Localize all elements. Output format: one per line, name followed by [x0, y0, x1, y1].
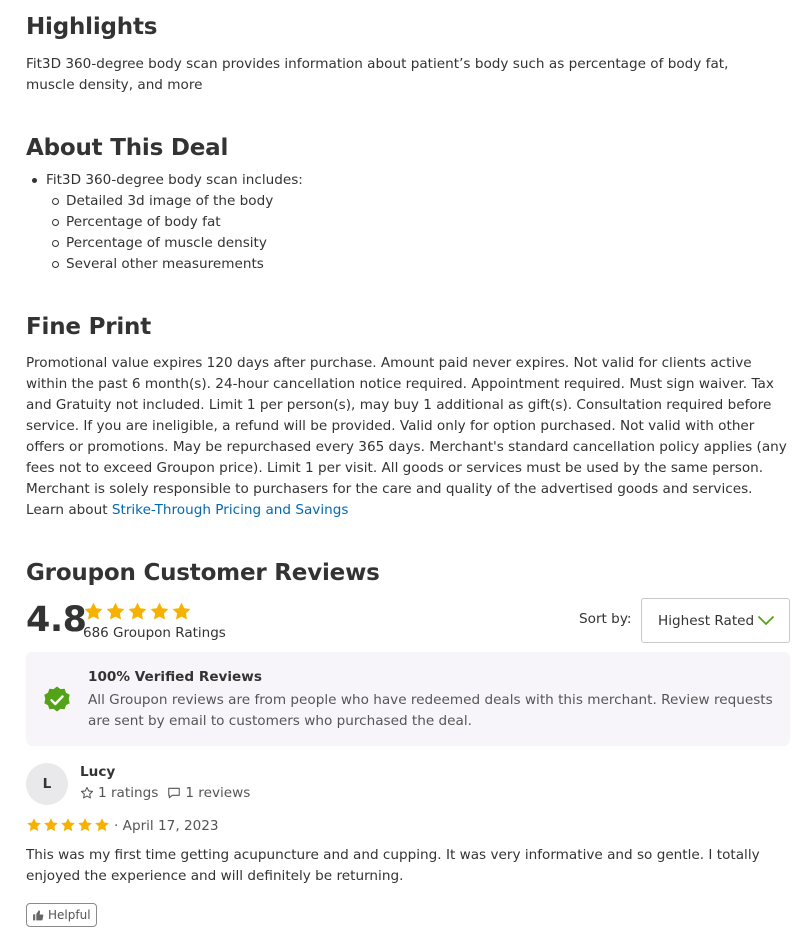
verified-title: 100% Verified Reviews	[88, 669, 262, 685]
reviewer-reviews-count: 1 reviews	[185, 785, 251, 801]
reviewer-reviews: 1 reviews	[167, 785, 250, 801]
list-item: Fit3D 360-degree body scan includes: Det…	[32, 170, 303, 275]
about-deal-list: Fit3D 360-degree body scan includes: Det…	[32, 170, 303, 275]
about-deal-title: About This Deal	[26, 135, 229, 161]
reviewer-meta: 1 ratings 1 reviews	[80, 785, 259, 801]
average-rating: 4.8	[26, 600, 87, 640]
star-icon	[61, 818, 75, 832]
chevron-down-icon	[757, 615, 775, 626]
star-icon	[27, 818, 41, 832]
rating-count: 686 Groupon Ratings	[83, 625, 226, 641]
star-icon	[128, 602, 147, 620]
reviewer-name: Lucy	[80, 764, 116, 780]
review-date: · April 17, 2023	[114, 818, 219, 834]
sort-label: Sort by:	[579, 611, 632, 627]
star-icon	[84, 602, 103, 620]
fine-print-text: Promotional value expires 120 days after…	[26, 353, 790, 521]
review-stars	[26, 817, 110, 833]
about-sublist: Detailed 3d image of the body Percentage…	[46, 191, 303, 275]
star-outline-icon	[80, 786, 94, 799]
helpful-label: Helpful	[48, 908, 91, 922]
list-item: Detailed 3d image of the body	[52, 191, 303, 212]
comment-icon	[168, 787, 181, 799]
review-text: This was my first time getting acupunctu…	[26, 847, 760, 884]
verified-reviews-banner: 100% Verified Reviews All Groupon review…	[26, 652, 790, 746]
list-item: Several other measurements	[52, 254, 303, 275]
reviews-title: Groupon Customer Reviews	[26, 560, 380, 586]
sort-value: Highest Rated	[658, 612, 755, 629]
highlights-text: Fit3D 360-degree body scan provides info…	[26, 56, 729, 93]
rating-stars	[83, 601, 192, 622]
strike-through-pricing-link[interactable]: Strike-Through Pricing and Savings	[112, 502, 349, 518]
star-icon	[150, 602, 169, 620]
star-icon	[95, 818, 109, 832]
reviewer-ratings-count: 1 ratings	[98, 785, 159, 801]
star-icon	[106, 602, 125, 620]
list-item: Percentage of muscle density	[52, 233, 303, 254]
star-icon	[78, 818, 92, 832]
reviewer-ratings: 1 ratings	[80, 785, 158, 801]
sort-dropdown[interactable]: Highest Rated	[641, 598, 790, 643]
about-item-label: Fit3D 360-degree body scan includes:	[46, 172, 303, 188]
star-icon	[44, 818, 58, 832]
helpful-button[interactable]: Helpful	[26, 903, 97, 927]
avatar: L	[26, 763, 68, 805]
verified-text: All Groupon reviews are from people who …	[88, 692, 773, 729]
star-icon	[172, 602, 191, 620]
verified-check-icon	[44, 686, 70, 712]
highlights-title: Highlights	[26, 14, 158, 40]
list-item: Percentage of body fat	[52, 212, 303, 233]
thumbs-up-icon	[33, 909, 44, 920]
fine-print-title: Fine Print	[26, 314, 152, 340]
fine-print-body: Promotional value expires 120 days after…	[26, 355, 787, 518]
